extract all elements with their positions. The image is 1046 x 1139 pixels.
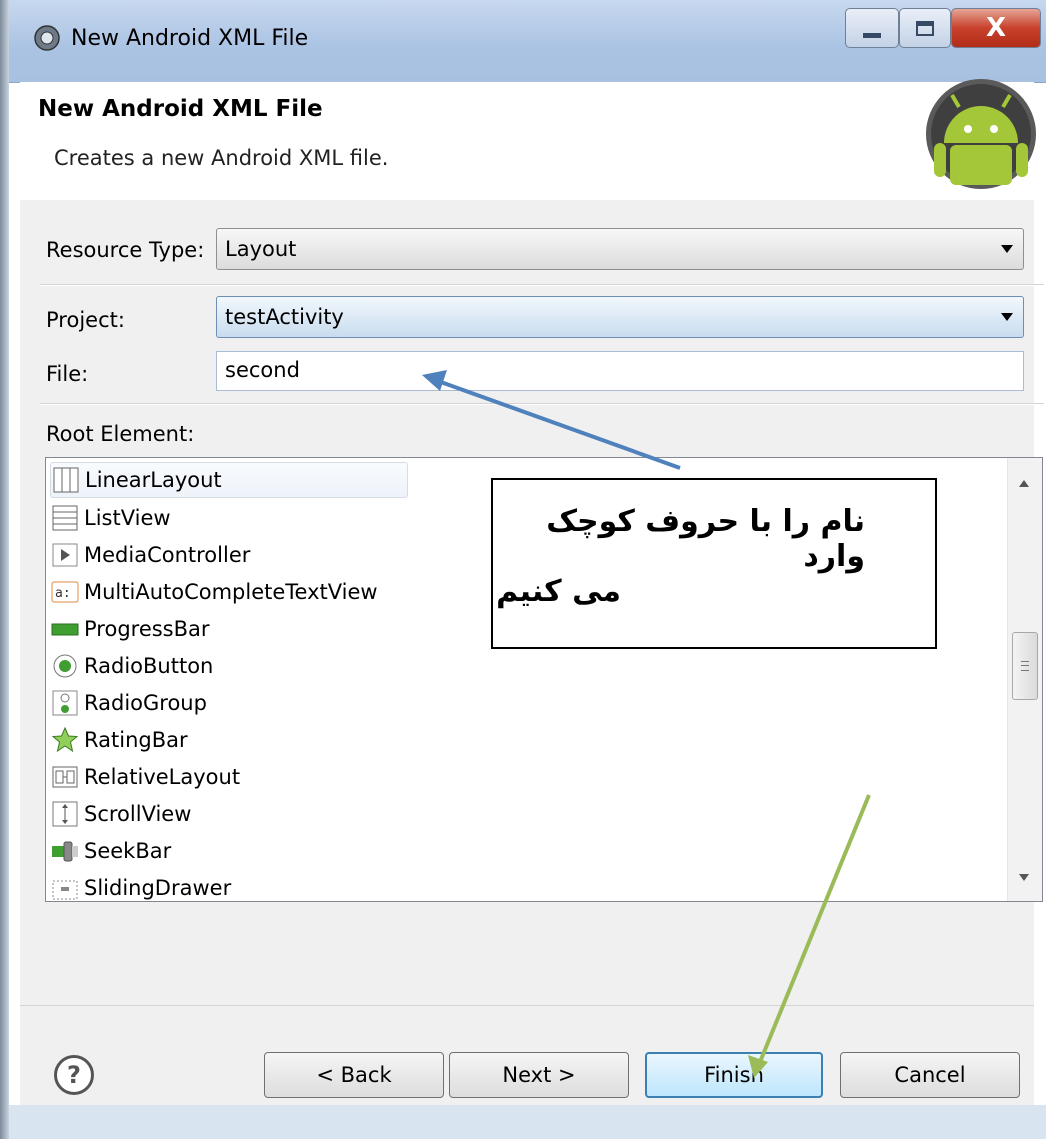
project-value: testActivity bbox=[225, 305, 344, 329]
maximize-button[interactable] bbox=[899, 8, 951, 48]
list-item[interactable]: a: MultiAutoCompleteTextView bbox=[50, 574, 378, 610]
minimize-button[interactable] bbox=[845, 8, 899, 48]
project-select[interactable]: testActivity bbox=[216, 296, 1024, 338]
eclipse-gear-icon bbox=[34, 25, 60, 51]
list-item[interactable]: SlidingDrawer bbox=[50, 870, 231, 901]
project-label: Project: bbox=[46, 308, 125, 332]
progress-bar-icon bbox=[51, 623, 79, 636]
page-subtitle: Creates a new Android XML file. bbox=[54, 146, 389, 170]
list-item[interactable]: RadioGroup bbox=[50, 685, 207, 721]
file-input[interactable] bbox=[225, 356, 1005, 384]
list-item[interactable]: RatingBar bbox=[50, 722, 188, 758]
list-item[interactable]: SeekBar bbox=[50, 833, 171, 869]
file-label: File: bbox=[46, 362, 89, 386]
list-item[interactable]: RadioButton bbox=[50, 648, 213, 684]
relative-layout-icon bbox=[52, 766, 78, 788]
android-logo-icon bbox=[926, 79, 1036, 189]
list-item[interactable]: MediaController bbox=[50, 537, 250, 573]
list-item[interactable]: LinearLayout bbox=[50, 462, 408, 498]
media-controller-icon bbox=[52, 543, 78, 567]
page-title: New Android XML File bbox=[38, 96, 323, 122]
list-item[interactable]: ScrollView bbox=[50, 796, 191, 832]
separator bbox=[40, 403, 1044, 405]
dialog-window: New Android XML File X New Android XML F… bbox=[0, 0, 1046, 1139]
annotation-callout: نام را با حروف کوچک وارد می کنیم bbox=[491, 478, 937, 649]
radio-group-icon bbox=[52, 690, 78, 716]
svg-text:a:: a: bbox=[55, 586, 71, 601]
grip-icon bbox=[1021, 661, 1029, 671]
list-item[interactable]: RelativeLayout bbox=[50, 759, 240, 795]
list-scrollbar[interactable] bbox=[1007, 458, 1042, 901]
file-field-box bbox=[216, 351, 1024, 391]
list-view-icon bbox=[52, 505, 78, 531]
window-border bbox=[0, 0, 9, 1139]
dropdown-arrow-icon bbox=[1001, 245, 1013, 253]
close-button[interactable]: X bbox=[951, 8, 1041, 48]
resource-type-label: Resource Type: bbox=[46, 238, 205, 262]
root-element-label: Root Element: bbox=[46, 422, 195, 446]
scroll-down-icon[interactable] bbox=[1019, 874, 1029, 881]
maximize-icon bbox=[916, 20, 934, 36]
list-item[interactable]: ProgressBar bbox=[50, 611, 210, 647]
resource-type-value: Layout bbox=[225, 237, 297, 261]
autocomplete-icon: a: bbox=[51, 581, 79, 603]
scrollbar-thumb[interactable] bbox=[1012, 632, 1038, 700]
finish-button[interactable]: Finish bbox=[645, 1052, 823, 1098]
dropdown-arrow-icon bbox=[1001, 313, 1013, 321]
close-icon: X bbox=[985, 13, 1007, 43]
radio-button-icon bbox=[53, 654, 77, 678]
next-button[interactable]: Next > bbox=[449, 1052, 629, 1098]
separator bbox=[40, 284, 1044, 286]
wizard-header: New Android XML File Creates a new Andro… bbox=[20, 79, 1036, 201]
resource-type-select[interactable]: Layout bbox=[216, 228, 1024, 270]
scroll-up-icon[interactable] bbox=[1019, 480, 1029, 487]
seek-bar-icon bbox=[52, 841, 78, 862]
scroll-view-icon bbox=[52, 801, 78, 827]
rating-bar-icon bbox=[51, 726, 79, 753]
window-bottom-border bbox=[9, 1105, 1046, 1139]
cancel-button[interactable]: Cancel bbox=[840, 1052, 1020, 1098]
annotation-line-1: نام را با حروف کوچک وارد bbox=[546, 504, 865, 574]
help-icon[interactable]: ? bbox=[54, 1055, 94, 1095]
back-button[interactable]: < Back bbox=[264, 1052, 444, 1098]
title-bar: New Android XML File X bbox=[9, 0, 1046, 83]
annotation-line-2: می کنیم bbox=[496, 574, 621, 609]
list-item[interactable]: ListView bbox=[50, 500, 171, 536]
sliding-drawer-icon bbox=[52, 880, 78, 900]
window-title: New Android XML File bbox=[71, 26, 309, 51]
minimize-icon bbox=[863, 32, 881, 38]
linear-layout-icon bbox=[53, 467, 79, 493]
footer-separator bbox=[20, 1005, 1034, 1006]
